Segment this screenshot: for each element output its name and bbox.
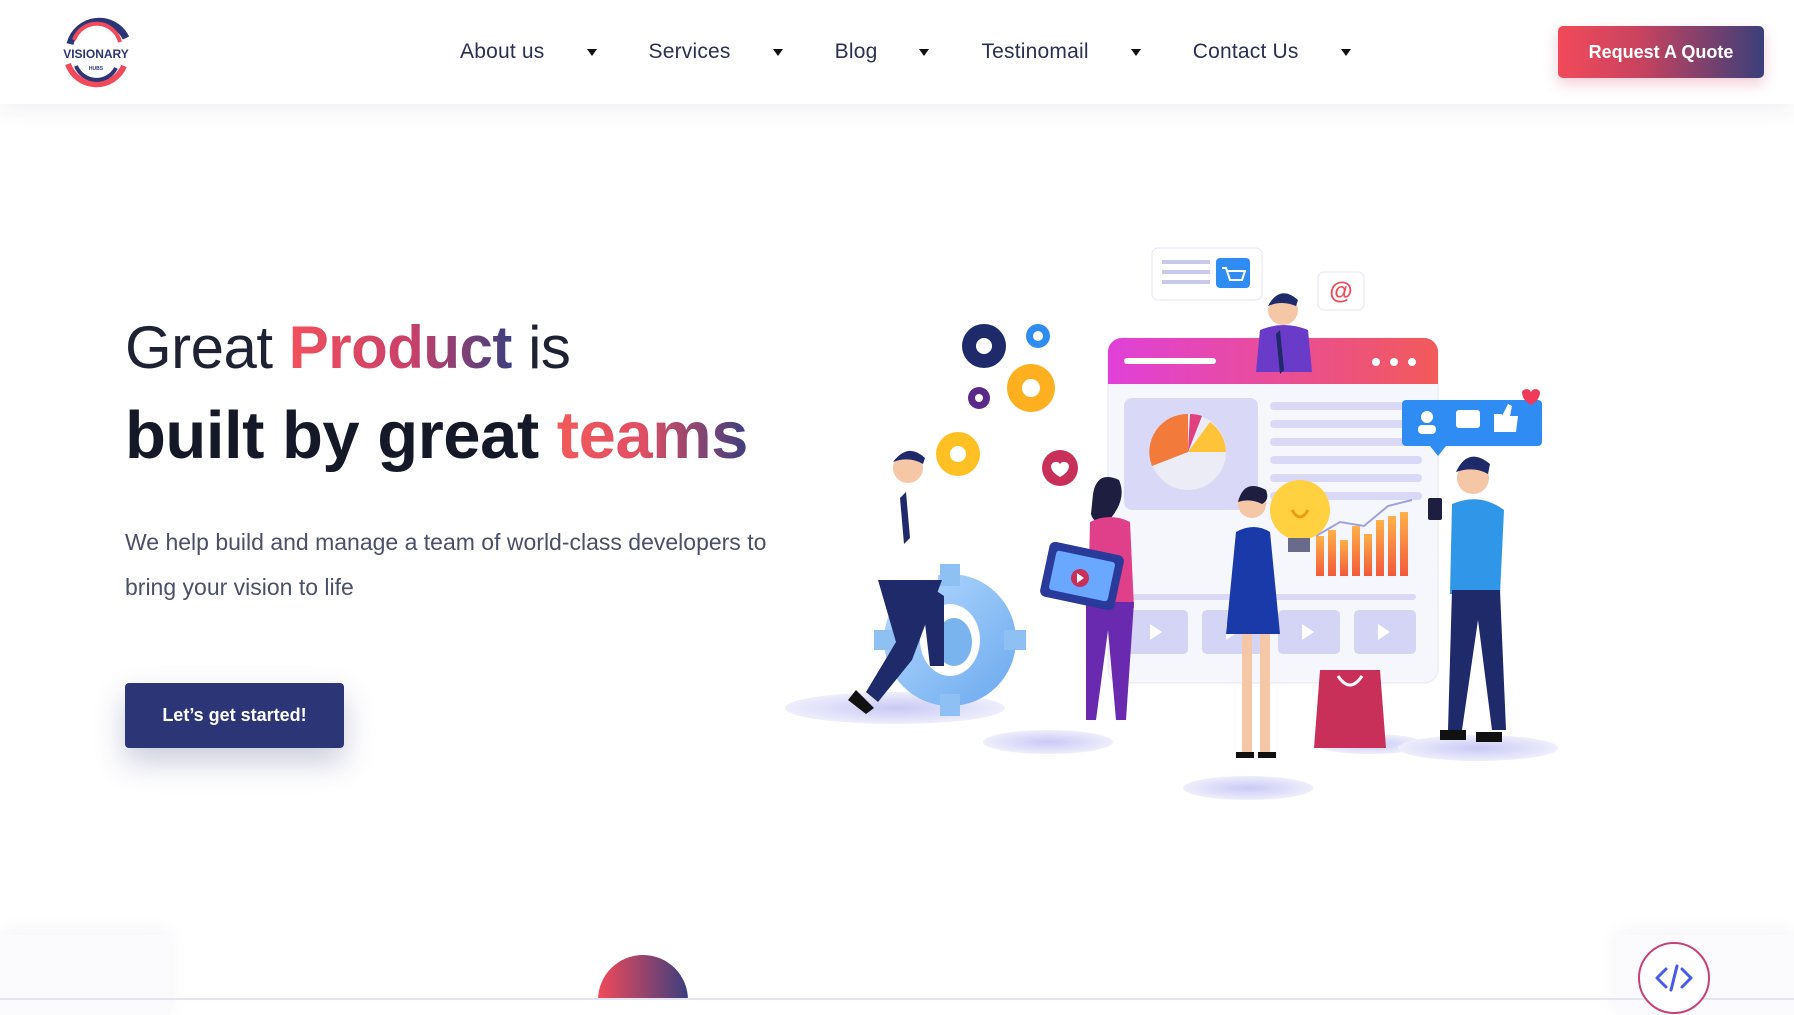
caret-down-icon[interactable] bbox=[919, 48, 930, 56]
caret-down-icon[interactable] bbox=[772, 48, 783, 56]
nav-label: Testinomail bbox=[981, 40, 1089, 63]
request-quote-button[interactable]: Request A Quote bbox=[1558, 26, 1764, 78]
nav-item-about[interactable]: About us bbox=[460, 0, 649, 104]
site-header: VISIONARY HUBS About us Services Blog Te… bbox=[0, 0, 1794, 104]
caret-down-icon[interactable] bbox=[586, 48, 597, 56]
nav-item-testimonial[interactable]: Testinomail bbox=[981, 0, 1192, 104]
nav-label: Blog bbox=[834, 40, 878, 63]
section-divider bbox=[0, 998, 1794, 1000]
heading-highlight: teams bbox=[556, 398, 749, 473]
main-nav: About us Services Blog Testinomail Conta… bbox=[460, 0, 1403, 104]
code-icon[interactable] bbox=[1638, 942, 1710, 1014]
nav-label: Contact Us bbox=[1192, 40, 1299, 63]
heading-text: is bbox=[511, 314, 571, 381]
brand-logo[interactable]: VISIONARY HUBS bbox=[48, 14, 144, 88]
nav-item-contact[interactable]: Contact Us bbox=[1193, 0, 1403, 104]
caret-down-icon[interactable] bbox=[1340, 48, 1351, 56]
svg-text:VISIONARY: VISIONARY bbox=[63, 47, 129, 61]
svg-text:@: @ bbox=[1329, 278, 1352, 305]
nav-item-blog[interactable]: Blog bbox=[835, 0, 982, 104]
nav-item-services[interactable]: Services bbox=[649, 0, 835, 104]
hero-heading-line2: built by great teams bbox=[125, 402, 748, 469]
heading-highlight: Product bbox=[288, 314, 513, 381]
illustration-team: @ bbox=[780, 240, 1580, 820]
heading-text: Great bbox=[125, 314, 289, 381]
hero-heading-line1: Great Product is bbox=[125, 318, 571, 378]
hero-description: We help build and manage a team of world… bbox=[125, 529, 767, 600]
caret-down-icon[interactable] bbox=[1130, 48, 1141, 56]
get-started-button[interactable]: Let’s get started! bbox=[125, 683, 344, 748]
decorative-half-circle bbox=[598, 955, 688, 1000]
nav-label: Services bbox=[648, 40, 731, 63]
feature-card-left bbox=[0, 935, 170, 1015]
heading-text: built by great bbox=[125, 398, 557, 473]
nav-label: About us bbox=[460, 40, 545, 63]
svg-text:HUBS: HUBS bbox=[89, 66, 104, 72]
